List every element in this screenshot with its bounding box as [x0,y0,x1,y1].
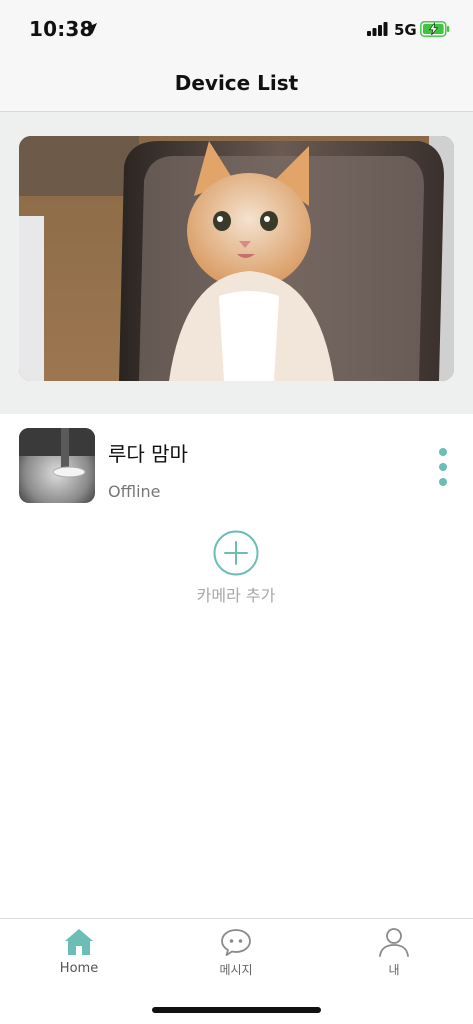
add-camera-button[interactable]: 카메라 추가 [186,530,286,606]
kitten-photo [19,136,454,381]
tab-me[interactable]: 내 [344,927,444,987]
plus-circle-icon [213,530,259,576]
network-label: 5G [394,21,417,39]
home-indicator[interactable] [152,1007,321,1013]
location-arrow-icon [86,23,97,34]
navigation-header: Device List [0,58,473,112]
status-bar: 10:38 5G [0,0,473,58]
more-dots-icon [439,448,447,456]
more-options-button[interactable] [432,445,454,489]
device-status: Offline [108,482,161,501]
more-dot [439,463,447,471]
tab-messages[interactable]: 메시지 [186,927,286,987]
page-title: Device List [174,71,299,95]
person-icon [379,928,409,957]
tab-me-label: 내 [388,963,400,977]
device-name: 루다 맘마 [108,442,188,466]
home-icon [65,929,93,955]
more-dot [439,478,447,486]
device-list-screen: 10:38 5G Device List 루다 맘마 Offline 카메라 추… [0,0,473,1024]
signal-icon [367,22,388,36]
battery-charging-icon [420,21,450,37]
device-thumbnail [19,428,95,503]
tab-messages-label: 메시지 [219,963,253,977]
banner-area [0,112,473,414]
chat-bubble-icon [221,929,251,956]
banner-image[interactable] [19,136,454,381]
status-time: 10:38 [29,17,94,41]
tab-home[interactable]: Home [29,927,129,987]
add-camera-label: 카메라 추가 [196,586,276,605]
device-list-item[interactable]: 루다 맘마 Offline [0,414,473,514]
tab-home-label: Home [59,961,99,976]
